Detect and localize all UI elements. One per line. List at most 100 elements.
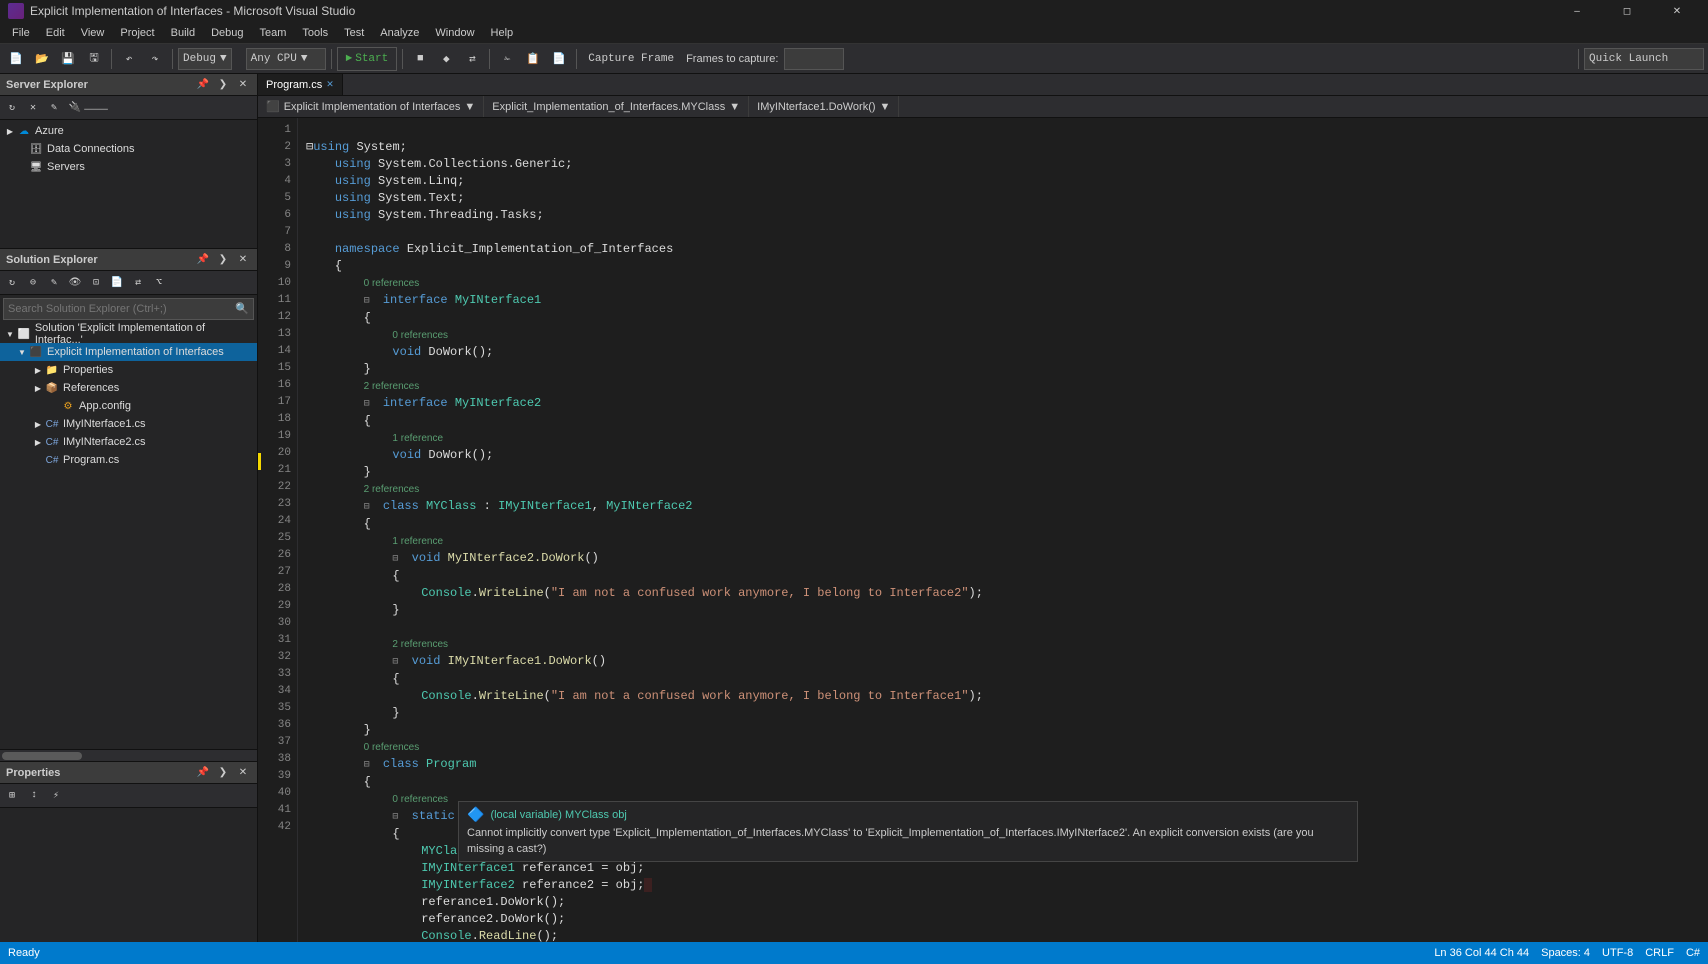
tree-imyinterface2[interactable]: ▶ C# IMyINterface2.cs <box>0 433 257 451</box>
cs-file2-icon: C# <box>44 434 60 450</box>
tree-app-config[interactable]: ⚙ App.config <box>0 397 257 415</box>
cs-file1-icon: C# <box>44 416 60 432</box>
menu-view[interactable]: View <box>73 25 113 41</box>
menu-tools[interactable]: Tools <box>294 25 336 41</box>
code-editor: 1 2 3 4 5 6 7 8 9 10 11 12 13 14 15 16 1… <box>258 118 1708 942</box>
props-grid-btn[interactable]: ⊞ <box>2 786 22 806</box>
menu-help[interactable]: Help <box>483 25 522 41</box>
toolbar-copy[interactable]: 📋 <box>521 47 545 71</box>
nav-class-label: Explicit_Implementation_of_Interfaces.MY… <box>492 101 725 113</box>
statusbar: Ready Ln 36 Col 44 Ch 44 Spaces: 4 UTF-8… <box>0 942 1708 964</box>
statusbar-lang: C# <box>1686 947 1700 959</box>
close-button[interactable]: ✕ <box>1654 0 1700 22</box>
close-panel-icon[interactable]: ✕ <box>235 77 251 93</box>
tree-project[interactable]: ▼ ⬛ Explicit Implementation of Interface… <box>0 343 257 361</box>
props-chevron-icon[interactable]: ❯ <box>215 765 231 781</box>
toolbar-undo[interactable]: ↶ <box>117 47 141 71</box>
tooltip-type: (local variable) MYClass obj <box>490 809 626 821</box>
solution-search-input[interactable] <box>8 303 235 315</box>
intellisense-tooltip: 🔷 (local variable) MYClass obj Cannot im… <box>458 801 1358 862</box>
toolbar-capture-frame[interactable]: Capture Frame <box>582 47 680 71</box>
toolbar-search[interactable]: Quick Launch <box>1584 48 1704 70</box>
toolbar-paste[interactable]: 📄 <box>547 47 571 71</box>
sol-sync-btn[interactable]: ⇄ <box>128 273 148 293</box>
props-pin-icon[interactable]: 📌 <box>195 765 211 781</box>
line-numbers: 1 2 3 4 5 6 7 8 9 10 11 12 13 14 15 16 1… <box>258 118 298 942</box>
menu-window[interactable]: Window <box>427 25 482 41</box>
toolbar-open[interactable]: 📂 <box>30 47 54 71</box>
tab-program-cs[interactable]: Program.cs ✕ <box>258 74 343 95</box>
solution-search-box[interactable]: 🔍 <box>3 298 254 320</box>
tree-references[interactable]: ▶ 📦 References <box>0 379 257 397</box>
platform-dropdown[interactable]: Any CPU ▼ <box>246 48 326 70</box>
minimize-button[interactable]: – <box>1554 0 1600 22</box>
server-explorer-toolbar: ↻ ✕ ✎ 🔌 ⸻ <box>0 96 257 120</box>
menu-test[interactable]: Test <box>336 25 372 41</box>
server-explorer-header: Server Explorer 📌 ❯ ✕ <box>0 74 257 96</box>
tree-program-cs[interactable]: C# Program.cs <box>0 451 257 469</box>
tree-properties[interactable]: ▶ 📁 Properties <box>0 361 257 379</box>
tree-item-azure[interactable]: ▶ ☁ Azure <box>0 122 257 140</box>
menu-edit[interactable]: Edit <box>38 25 73 41</box>
tree-solution[interactable]: ▼ ⬜ Solution 'Explicit Implementation of… <box>0 325 257 343</box>
menu-file[interactable]: File <box>4 25 38 41</box>
se-connect-btn[interactable]: 🔌 <box>65 98 85 118</box>
sol-collapse-btn[interactable]: ⊖ <box>23 273 43 293</box>
statusbar-left: Ready <box>8 947 40 959</box>
tooltip-body: Cannot implicitly convert type 'Explicit… <box>467 825 1349 857</box>
nav-class-dropdown[interactable]: Explicit_Implementation_of_Interfaces.MY… <box>484 96 749 117</box>
statusbar-encoding: UTF-8 <box>1602 947 1633 959</box>
frames-input[interactable] <box>784 48 844 70</box>
debug-config-dropdown[interactable]: Debug ▼ <box>178 48 232 70</box>
props-filter-btn[interactable]: ⚡ <box>46 786 66 806</box>
toolbar-save-all[interactable]: 🖫 <box>82 47 106 71</box>
menubar: File Edit View Project Build Debug Team … <box>0 22 1708 44</box>
titlebar: Explicit Implementation of Interfaces - … <box>0 0 1708 22</box>
nav-member-dropdown[interactable]: IMyINterface1.DoWork() ▼ <box>749 96 899 117</box>
restore-button[interactable]: ◻ <box>1604 0 1650 22</box>
nav-project-icon: ⬛ <box>266 100 280 113</box>
tooltip-icon: 🔷 <box>467 806 484 823</box>
tree-item-servers[interactable]: 🖥 Servers <box>0 158 257 176</box>
start-button[interactable]: ► Start <box>337 47 398 71</box>
solution-scrollbar[interactable] <box>0 749 257 761</box>
tree-item-data-connections[interactable]: 🗄 Data Connections <box>0 140 257 158</box>
menu-debug[interactable]: Debug <box>203 25 251 41</box>
props-sort-btn[interactable]: ↕ <box>24 786 44 806</box>
tab-save-icon: ✕ <box>326 79 334 90</box>
sol-pin-icon[interactable]: 📌 <box>195 252 211 268</box>
toolbar-misc1[interactable]: ■ <box>408 47 432 71</box>
menu-project[interactable]: Project <box>112 25 162 41</box>
menu-team[interactable]: Team <box>252 25 295 41</box>
toolbar-cut[interactable]: ✁ <box>495 47 519 71</box>
config-file-icon: ⚙ <box>60 398 76 414</box>
sol-show-all-btn[interactable]: 👁 <box>65 273 85 293</box>
menu-analyze[interactable]: Analyze <box>372 25 427 41</box>
sol-refresh-btn[interactable]: ↻ <box>2 273 22 293</box>
nav-project-dropdown[interactable]: ⬛ Explicit Implementation of Interfaces … <box>258 96 484 117</box>
se-refresh-btn[interactable]: ↻ <box>2 98 22 118</box>
toolbar-new-project[interactable]: 📄 <box>4 47 28 71</box>
tree-imyinterface1[interactable]: ▶ C# IMyINterface1.cs <box>0 415 257 433</box>
editor-area: Program.cs ✕ ⬛ Explicit Implementation o… <box>258 74 1708 942</box>
data-connections-icon: 🗄 <box>28 141 44 157</box>
toolbar-misc2[interactable]: ◆ <box>434 47 458 71</box>
sol-props-btn[interactable]: ✎ <box>44 273 64 293</box>
pin-icon[interactable]: 📌 <box>195 77 211 93</box>
se-props-btn[interactable]: ✎ <box>44 98 64 118</box>
properties-title: Properties <box>6 767 191 779</box>
toolbar-save[interactable]: 💾 <box>56 47 80 71</box>
sol-git-btn[interactable]: ⌥ <box>149 273 169 293</box>
toolbar-misc3[interactable]: ⇄ <box>460 47 484 71</box>
menu-build[interactable]: Build <box>163 25 203 41</box>
chevron-icon[interactable]: ❯ <box>215 77 231 93</box>
sol-close-icon[interactable]: ✕ <box>235 252 251 268</box>
props-close-icon[interactable]: ✕ <box>235 765 251 781</box>
sol-preview-btn[interactable]: 📄 <box>107 273 127 293</box>
se-filter-btn[interactable]: ⸻ <box>86 98 106 118</box>
sol-chevron-icon[interactable]: ❯ <box>215 252 231 268</box>
toolbar-redo[interactable]: ↷ <box>143 47 167 71</box>
nav-class-chevron: ▼ <box>729 101 740 113</box>
sol-filter-btn[interactable]: ⊡ <box>86 273 106 293</box>
se-del-btn[interactable]: ✕ <box>23 98 43 118</box>
